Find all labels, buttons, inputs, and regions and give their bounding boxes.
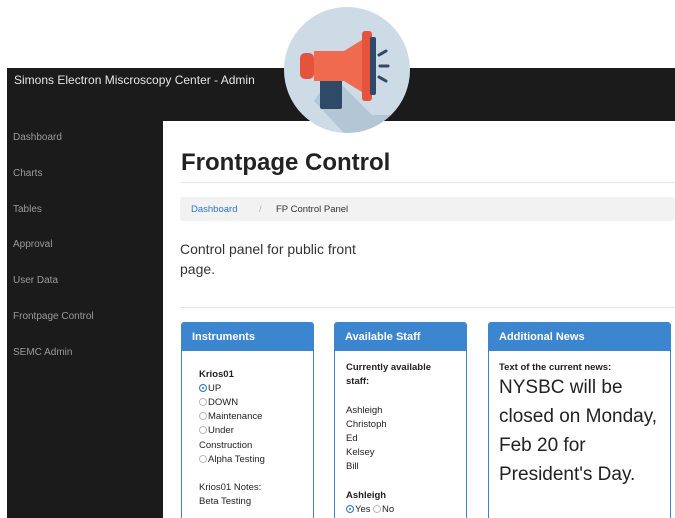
sidebar-item-dashboard[interactable]: Dashboard bbox=[13, 132, 62, 143]
news-card: Additional News Text of the current news… bbox=[488, 322, 671, 518]
staff-name: Ed bbox=[346, 433, 358, 444]
sidebar-item-tables[interactable]: Tables bbox=[13, 204, 42, 215]
radio-alpha-testing[interactable] bbox=[199, 455, 207, 463]
sidebar-item-user-data[interactable]: User Data bbox=[13, 275, 58, 286]
instruments-card-header: Instruments bbox=[182, 323, 313, 351]
breadcrumb: Dashboard / FP Control Panel bbox=[180, 197, 675, 221]
staff-yes-option[interactable]: Yes bbox=[346, 504, 371, 515]
page: Simons Electron Miscroscopy Center - Adm… bbox=[0, 0, 675, 518]
radio-yes[interactable] bbox=[346, 505, 354, 513]
staff-name: Bill bbox=[346, 461, 359, 472]
status-option-maintenance[interactable]: Maintenance bbox=[199, 411, 262, 422]
staff-no-option[interactable]: No bbox=[373, 504, 394, 515]
status-option-down[interactable]: DOWN bbox=[199, 397, 238, 408]
staff-label-line1: Currently available bbox=[346, 362, 432, 373]
instruments-card: Instruments Krios01 UP DOWN Maintenance … bbox=[181, 322, 314, 518]
instrument-notes-value[interactable]: Beta Testing bbox=[199, 496, 251, 507]
main-content: Frontpage Control Dashboard / FP Control… bbox=[163, 121, 675, 518]
status-option-under-construction[interactable]: Under bbox=[199, 425, 234, 436]
staff-person-label: Ashleigh bbox=[346, 490, 387, 501]
logo bbox=[284, 7, 410, 133]
radio-no[interactable] bbox=[373, 505, 381, 513]
staff-name: Kelsey bbox=[346, 447, 375, 458]
radio-under-construction[interactable] bbox=[199, 426, 207, 434]
news-text[interactable]: NYSBC will be closed on Monday, Feb 20 f… bbox=[499, 373, 659, 489]
breadcrumb-current: FP Control Panel bbox=[276, 204, 349, 215]
instrument-notes-label: Krios01 Notes: bbox=[199, 482, 262, 493]
radio-up[interactable] bbox=[199, 384, 207, 392]
staff-name: Ashleigh bbox=[346, 405, 383, 416]
status-option-construction-label: Construction bbox=[199, 440, 253, 451]
radio-down[interactable] bbox=[199, 398, 207, 406]
news-current-label: Text of the current news: bbox=[499, 362, 612, 373]
page-description: Control panel for public front page. bbox=[180, 241, 356, 277]
page-title: Frontpage Control bbox=[181, 149, 391, 176]
staff-card: Available Staff Currently available staf… bbox=[334, 322, 467, 518]
status-option-alpha-testing[interactable]: Alpha Testing bbox=[199, 454, 265, 465]
staff-card-header: Available Staff bbox=[335, 323, 466, 351]
breadcrumb-dashboard-link[interactable]: Dashboard bbox=[191, 204, 237, 215]
sidebar: Dashboard Charts Tables Approval User Da… bbox=[7, 121, 163, 518]
sidebar-item-charts[interactable]: Charts bbox=[13, 168, 42, 179]
staff-name: Christoph bbox=[346, 419, 387, 430]
sidebar-item-frontpage-control[interactable]: Frontpage Control bbox=[13, 311, 94, 322]
status-option-up[interactable]: UP bbox=[199, 383, 221, 394]
app-title[interactable]: Simons Electron Miscroscopy Center - Adm… bbox=[14, 73, 255, 87]
megaphone-icon bbox=[300, 31, 410, 133]
divider bbox=[180, 307, 675, 308]
news-card-header: Additional News bbox=[489, 323, 670, 351]
sidebar-item-semc-admin[interactable]: SEMC Admin bbox=[13, 347, 72, 358]
breadcrumb-separator: / bbox=[259, 204, 262, 215]
divider bbox=[180, 182, 675, 183]
staff-label-line2: staff: bbox=[346, 376, 370, 387]
sidebar-item-approval[interactable]: Approval bbox=[13, 239, 52, 250]
radio-maintenance[interactable] bbox=[199, 412, 207, 420]
instrument-name: Krios01 bbox=[199, 369, 234, 380]
